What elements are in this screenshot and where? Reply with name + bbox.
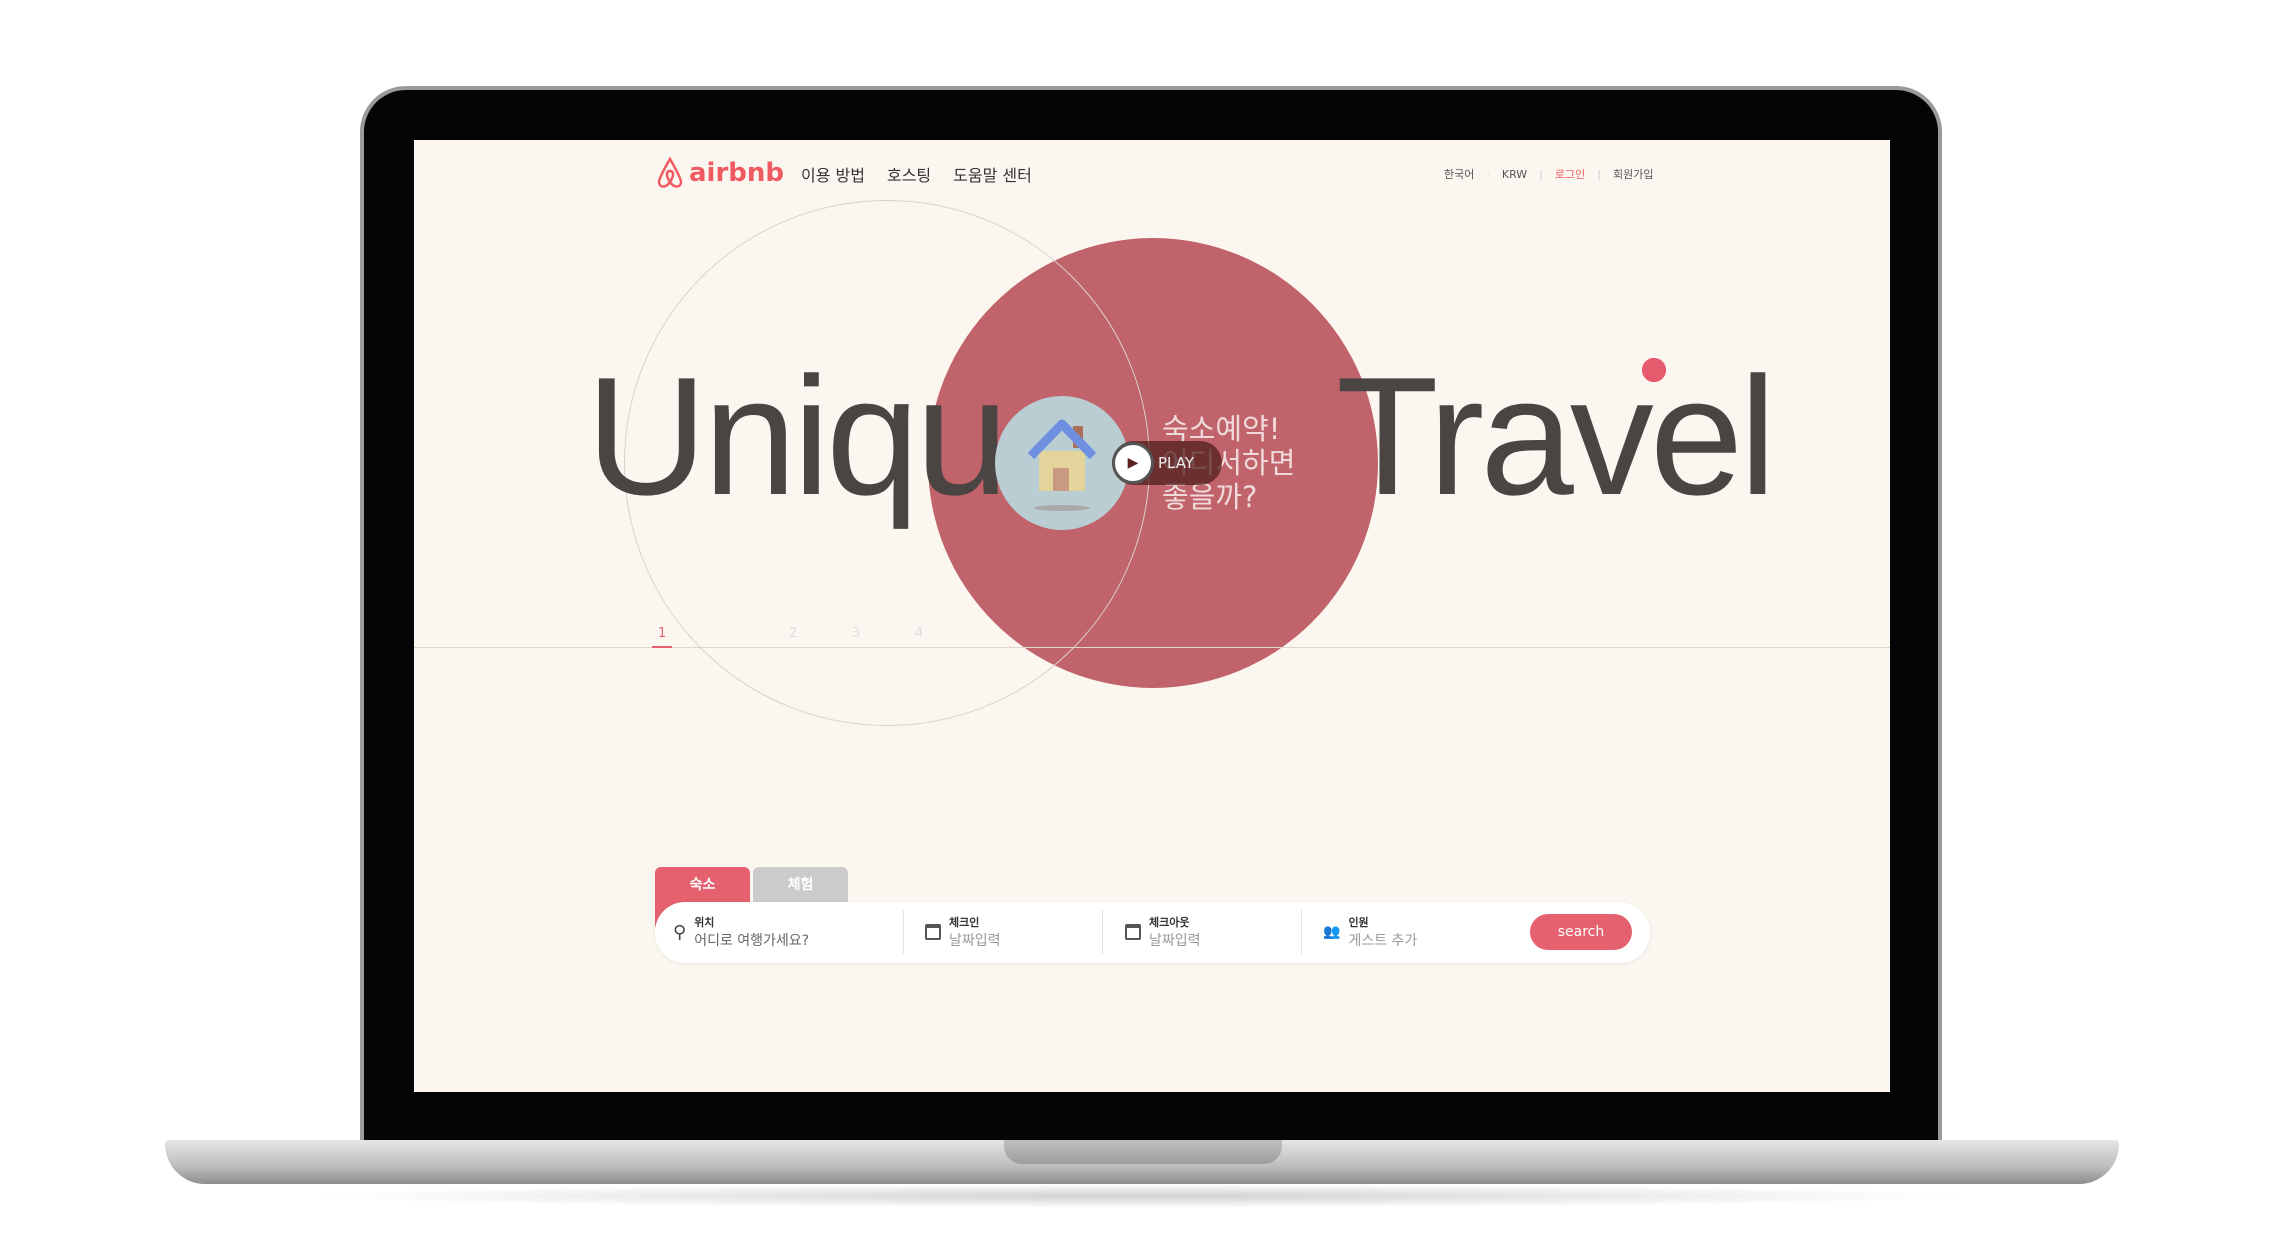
slide-indicator-2[interactable]: 2 (789, 626, 797, 641)
tagline-line: 좋을까? (1162, 480, 1258, 514)
divider (903, 910, 904, 954)
guests-field[interactable]: 👥 인원 게스트 추가 (1323, 914, 1417, 950)
login-link[interactable]: 로그인 (1555, 166, 1585, 182)
location-label: 위치 (694, 916, 715, 929)
calendar-icon (925, 924, 941, 940)
laptop-notch (1004, 1140, 1282, 1164)
signup-link[interactable]: 회원가입 (1613, 166, 1653, 182)
checkin-label: 체크인 (949, 916, 980, 929)
main-nav: 이용 방법 호스팅 도움말 센터 (801, 162, 1032, 186)
slide-indicator-3[interactable]: 3 (852, 626, 860, 641)
house-icon (1027, 419, 1097, 511)
house-illustration (995, 396, 1129, 530)
tab-experiences[interactable]: 체험 (753, 867, 848, 902)
location-field[interactable]: ⚲ 위치 어디로 여행가세요? (673, 914, 809, 950)
airbnb-logo[interactable]: airbnb (655, 156, 784, 190)
laptop-shadow (300, 1184, 1980, 1208)
nav-how-to-use[interactable]: 이용 방법 (801, 162, 865, 186)
people-icon: 👥 (1323, 924, 1341, 940)
nav-help-center[interactable]: 도움말 센터 (953, 162, 1032, 186)
checkout-label: 체크아웃 (1149, 916, 1190, 929)
currency-link[interactable]: KRW (1502, 168, 1527, 181)
play-video-button[interactable]: ▶ PLAY (1112, 441, 1222, 485)
guests-input[interactable]: 게스트 추가 (1348, 930, 1417, 950)
checkout-input[interactable]: 날짜입력 (1149, 930, 1201, 950)
slide-divider (414, 647, 1890, 648)
nav-hosting[interactable]: 호스팅 (887, 162, 931, 186)
language-link[interactable]: 한국어 (1444, 166, 1474, 182)
brand-name: airbnb (689, 158, 785, 188)
divider (1102, 910, 1103, 954)
hero-word-travel: Travel (1336, 342, 1777, 530)
separator: · (1486, 167, 1490, 181)
slide-indicator-4[interactable]: 4 (915, 626, 923, 641)
separator: | (1597, 167, 1601, 181)
flower-dot-icon (1642, 358, 1666, 382)
separator: | (1539, 167, 1543, 181)
search-bar: ⚲ 위치 어디로 여행가세요? 체크인 날짜입력 체크아웃 날짜입력 👥 인원 게스트 … (655, 902, 1650, 963)
divider (1301, 910, 1302, 954)
guests-label: 인원 (1348, 916, 1369, 929)
airbnb-logo-icon (657, 156, 683, 188)
checkout-field[interactable]: 체크아웃 날짜입력 (1125, 914, 1201, 950)
website-screen: airbnb 이용 방법 호스팅 도움말 센터 한국어 · KRW | 로그인 | 회… (414, 140, 1890, 1092)
location-pin-icon: ⚲ (673, 921, 687, 943)
checkin-input[interactable]: 날짜입력 (949, 930, 1001, 950)
active-slide-underline (652, 646, 672, 648)
location-input[interactable]: 어디로 여행가세요? (694, 930, 809, 950)
calendar-icon (1125, 924, 1141, 940)
checkin-field[interactable]: 체크인 날짜입력 (925, 914, 1001, 950)
search-button[interactable]: search (1530, 914, 1632, 950)
play-icon: ▶ (1112, 442, 1154, 484)
slide-indicator-1[interactable]: 1 (658, 626, 666, 641)
play-label: PLAY (1158, 454, 1195, 472)
utility-nav: 한국어 · KRW | 로그인 | 회원가입 (1444, 166, 1653, 182)
